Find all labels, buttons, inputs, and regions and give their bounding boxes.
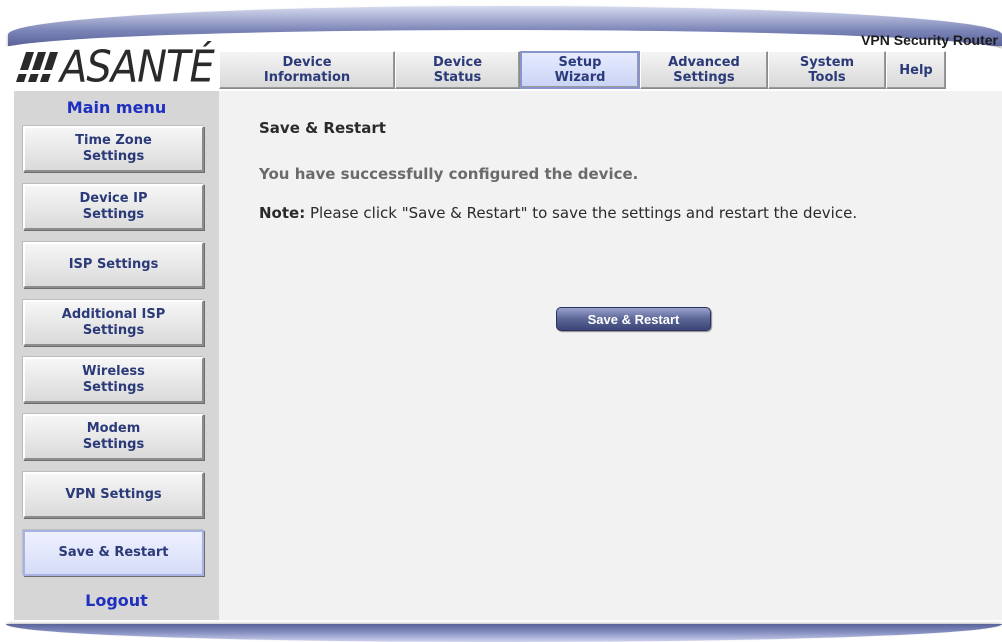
tab-help[interactable]: Help <box>886 51 946 89</box>
sidebar-item-isp[interactable]: ISP Settings <box>23 242 204 288</box>
sidebar-item-modem[interactable]: Modem Settings <box>23 414 204 460</box>
tab-setup-wizard[interactable]: Setup Wizard <box>520 51 640 89</box>
tab-system-tools[interactable]: System Tools <box>768 51 886 89</box>
bottom-banner <box>6 624 1002 642</box>
tab-device-information[interactable]: Device Information <box>219 51 395 89</box>
sidebar-item-vpn[interactable]: VPN Settings <box>23 472 204 518</box>
note-body: Please click "Save & Restart" to save th… <box>305 204 858 222</box>
sidebar-item-save-restart[interactable]: Save & Restart <box>23 530 204 576</box>
page-title: Save & Restart <box>259 119 386 137</box>
logo-text: ASANTÉ <box>60 41 215 93</box>
sidebar-item-additional-isp[interactable]: Additional ISP Settings <box>23 300 204 346</box>
logo-mark-icon <box>14 52 58 82</box>
main-content: Save & Restart You have successfully con… <box>219 91 1002 624</box>
product-name: VPN Security Router <box>861 32 998 48</box>
note-label: Note: <box>259 204 306 222</box>
success-message: You have successfully configured the dev… <box>259 165 639 183</box>
tab-advanced-settings[interactable]: Advanced Settings <box>640 51 768 89</box>
save-restart-button[interactable]: Save & Restart <box>556 307 711 331</box>
sidebar-title: Main menu <box>66 98 167 117</box>
sidebar-item-wireless[interactable]: Wireless Settings <box>23 357 204 403</box>
top-nav-tabs: Device Information Device Status Setup W… <box>219 51 1002 91</box>
note-text: Note: Please click "Save & Restart" to s… <box>259 205 979 222</box>
sidebar-item-time-zone[interactable]: Time Zone Settings <box>23 126 204 172</box>
logout-link[interactable]: Logout <box>14 591 219 610</box>
tab-device-status[interactable]: Device Status <box>395 51 520 89</box>
sidebar-item-device-ip[interactable]: Device IP Settings <box>23 184 204 230</box>
asante-logo: ASANTÉ <box>14 41 215 93</box>
sidebar: Main menu Time Zone Settings Device IP S… <box>14 91 219 624</box>
